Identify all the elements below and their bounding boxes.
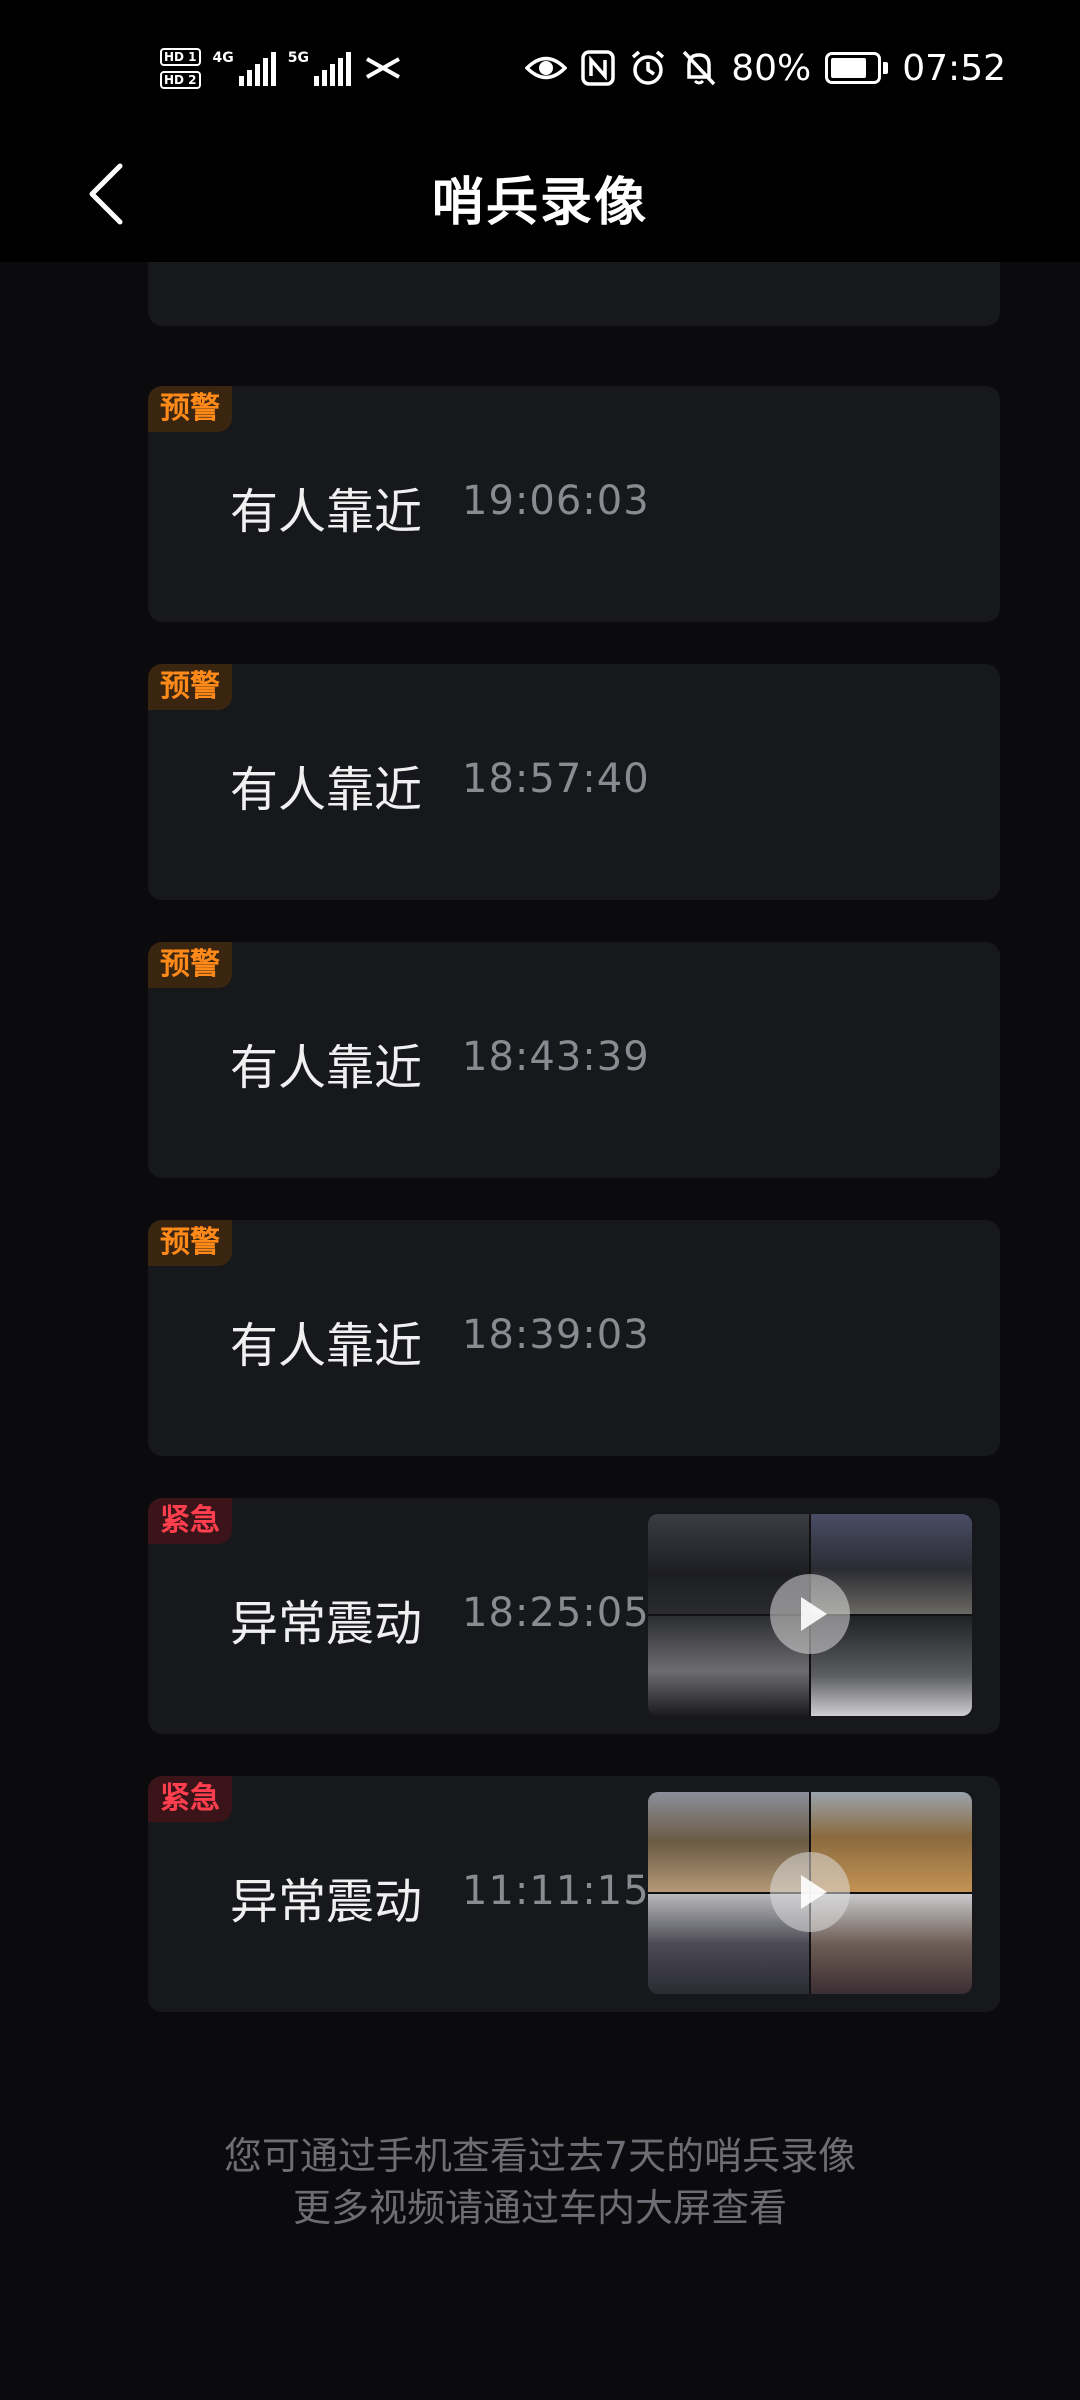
signal-4g-icon: 4G — [213, 50, 276, 86]
warning-tag: 预警 — [148, 386, 232, 432]
record-card[interactable]: 紧急异常震动 11:11:15 — [148, 1776, 1000, 2012]
hotspot-icon — [366, 57, 400, 79]
mute-icon — [682, 50, 716, 86]
event-time: 18:39:03 — [462, 1312, 650, 1358]
signal-5g-icon: 5G — [288, 50, 351, 86]
urgent-tag: 紧急 — [148, 1498, 232, 1544]
event-time: 18:25:05 — [462, 1590, 650, 1636]
event-time: 18:57:40 — [462, 756, 650, 802]
event-label: 有人靠近 — [230, 484, 423, 540]
video-thumbnail[interactable] — [648, 1792, 972, 1994]
warning-tag: 预警 — [148, 664, 232, 710]
battery-percent: 80% — [731, 47, 812, 89]
play-icon[interactable] — [770, 1852, 850, 1932]
page-title: 哨兵录像 — [431, 173, 648, 233]
event-time: 19:06:03 — [462, 478, 650, 524]
event-label: 有人靠近 — [230, 1040, 423, 1096]
status-bar: HD 1 HD 2 4G 5G 80% 07:52 — [0, 0, 1080, 130]
warning-tag: 预警 — [148, 1220, 232, 1266]
footer-note: 您可通过手机查看过去7天的哨兵录像 更多视频请通过车内大屏查看 — [0, 2130, 1080, 2234]
footer-line-1: 您可通过手机查看过去7天的哨兵录像 — [223, 2134, 857, 2178]
event-label: 异常震动 — [230, 1596, 423, 1652]
sim2-indicator: HD 2 — [160, 70, 201, 89]
alarm-icon — [632, 50, 665, 85]
event-label: 有人靠近 — [230, 762, 423, 818]
status-right: 80% 07:52 — [525, 44, 1006, 92]
record-card[interactable]: 预警有人靠近 19:06:03 — [148, 386, 1000, 622]
record-card[interactable]: 预警有人靠近 18:39:03 — [148, 1220, 1000, 1456]
eye-icon — [525, 56, 568, 80]
record-card[interactable]: 预警有人靠近 18:43:39 — [148, 942, 1000, 1178]
status-left: HD 1 HD 2 4G 5G — [160, 36, 403, 100]
battery-icon — [825, 52, 889, 84]
urgent-tag: 紧急 — [148, 1776, 232, 1822]
clock: 07:52 — [902, 47, 1006, 89]
record-card[interactable]: 预警有人靠近 18:57:40 — [148, 664, 1000, 900]
event-label: 有人靠近 — [230, 1318, 423, 1374]
play-icon[interactable] — [770, 1574, 850, 1654]
record-card-partial[interactable] — [148, 262, 1000, 326]
footer-line-2: 更多视频请通过车内大屏查看 — [292, 2186, 787, 2230]
event-time: 11:11:15 — [462, 1868, 650, 1914]
sim1-indicator: HD 1 — [160, 47, 201, 66]
video-thumbnail[interactable] — [648, 1514, 972, 1716]
event-time: 18:43:39 — [462, 1034, 650, 1080]
records-list[interactable]: 预警 有人靠近 19:06:03 预警 有人靠近 18:57:40 预警 有人靠近 18:43:… — [0, 262, 1080, 2042]
nfc-icon — [581, 50, 615, 86]
record-card[interactable]: 紧急异常震动 18:25:05 — [148, 1498, 1000, 1734]
app-bar: 哨兵录像 — [0, 130, 1080, 262]
warning-tag: 预警 — [148, 942, 232, 988]
sim-indicators: HD 1 HD 2 — [160, 47, 201, 89]
event-label: 异常震动 — [230, 1874, 423, 1930]
